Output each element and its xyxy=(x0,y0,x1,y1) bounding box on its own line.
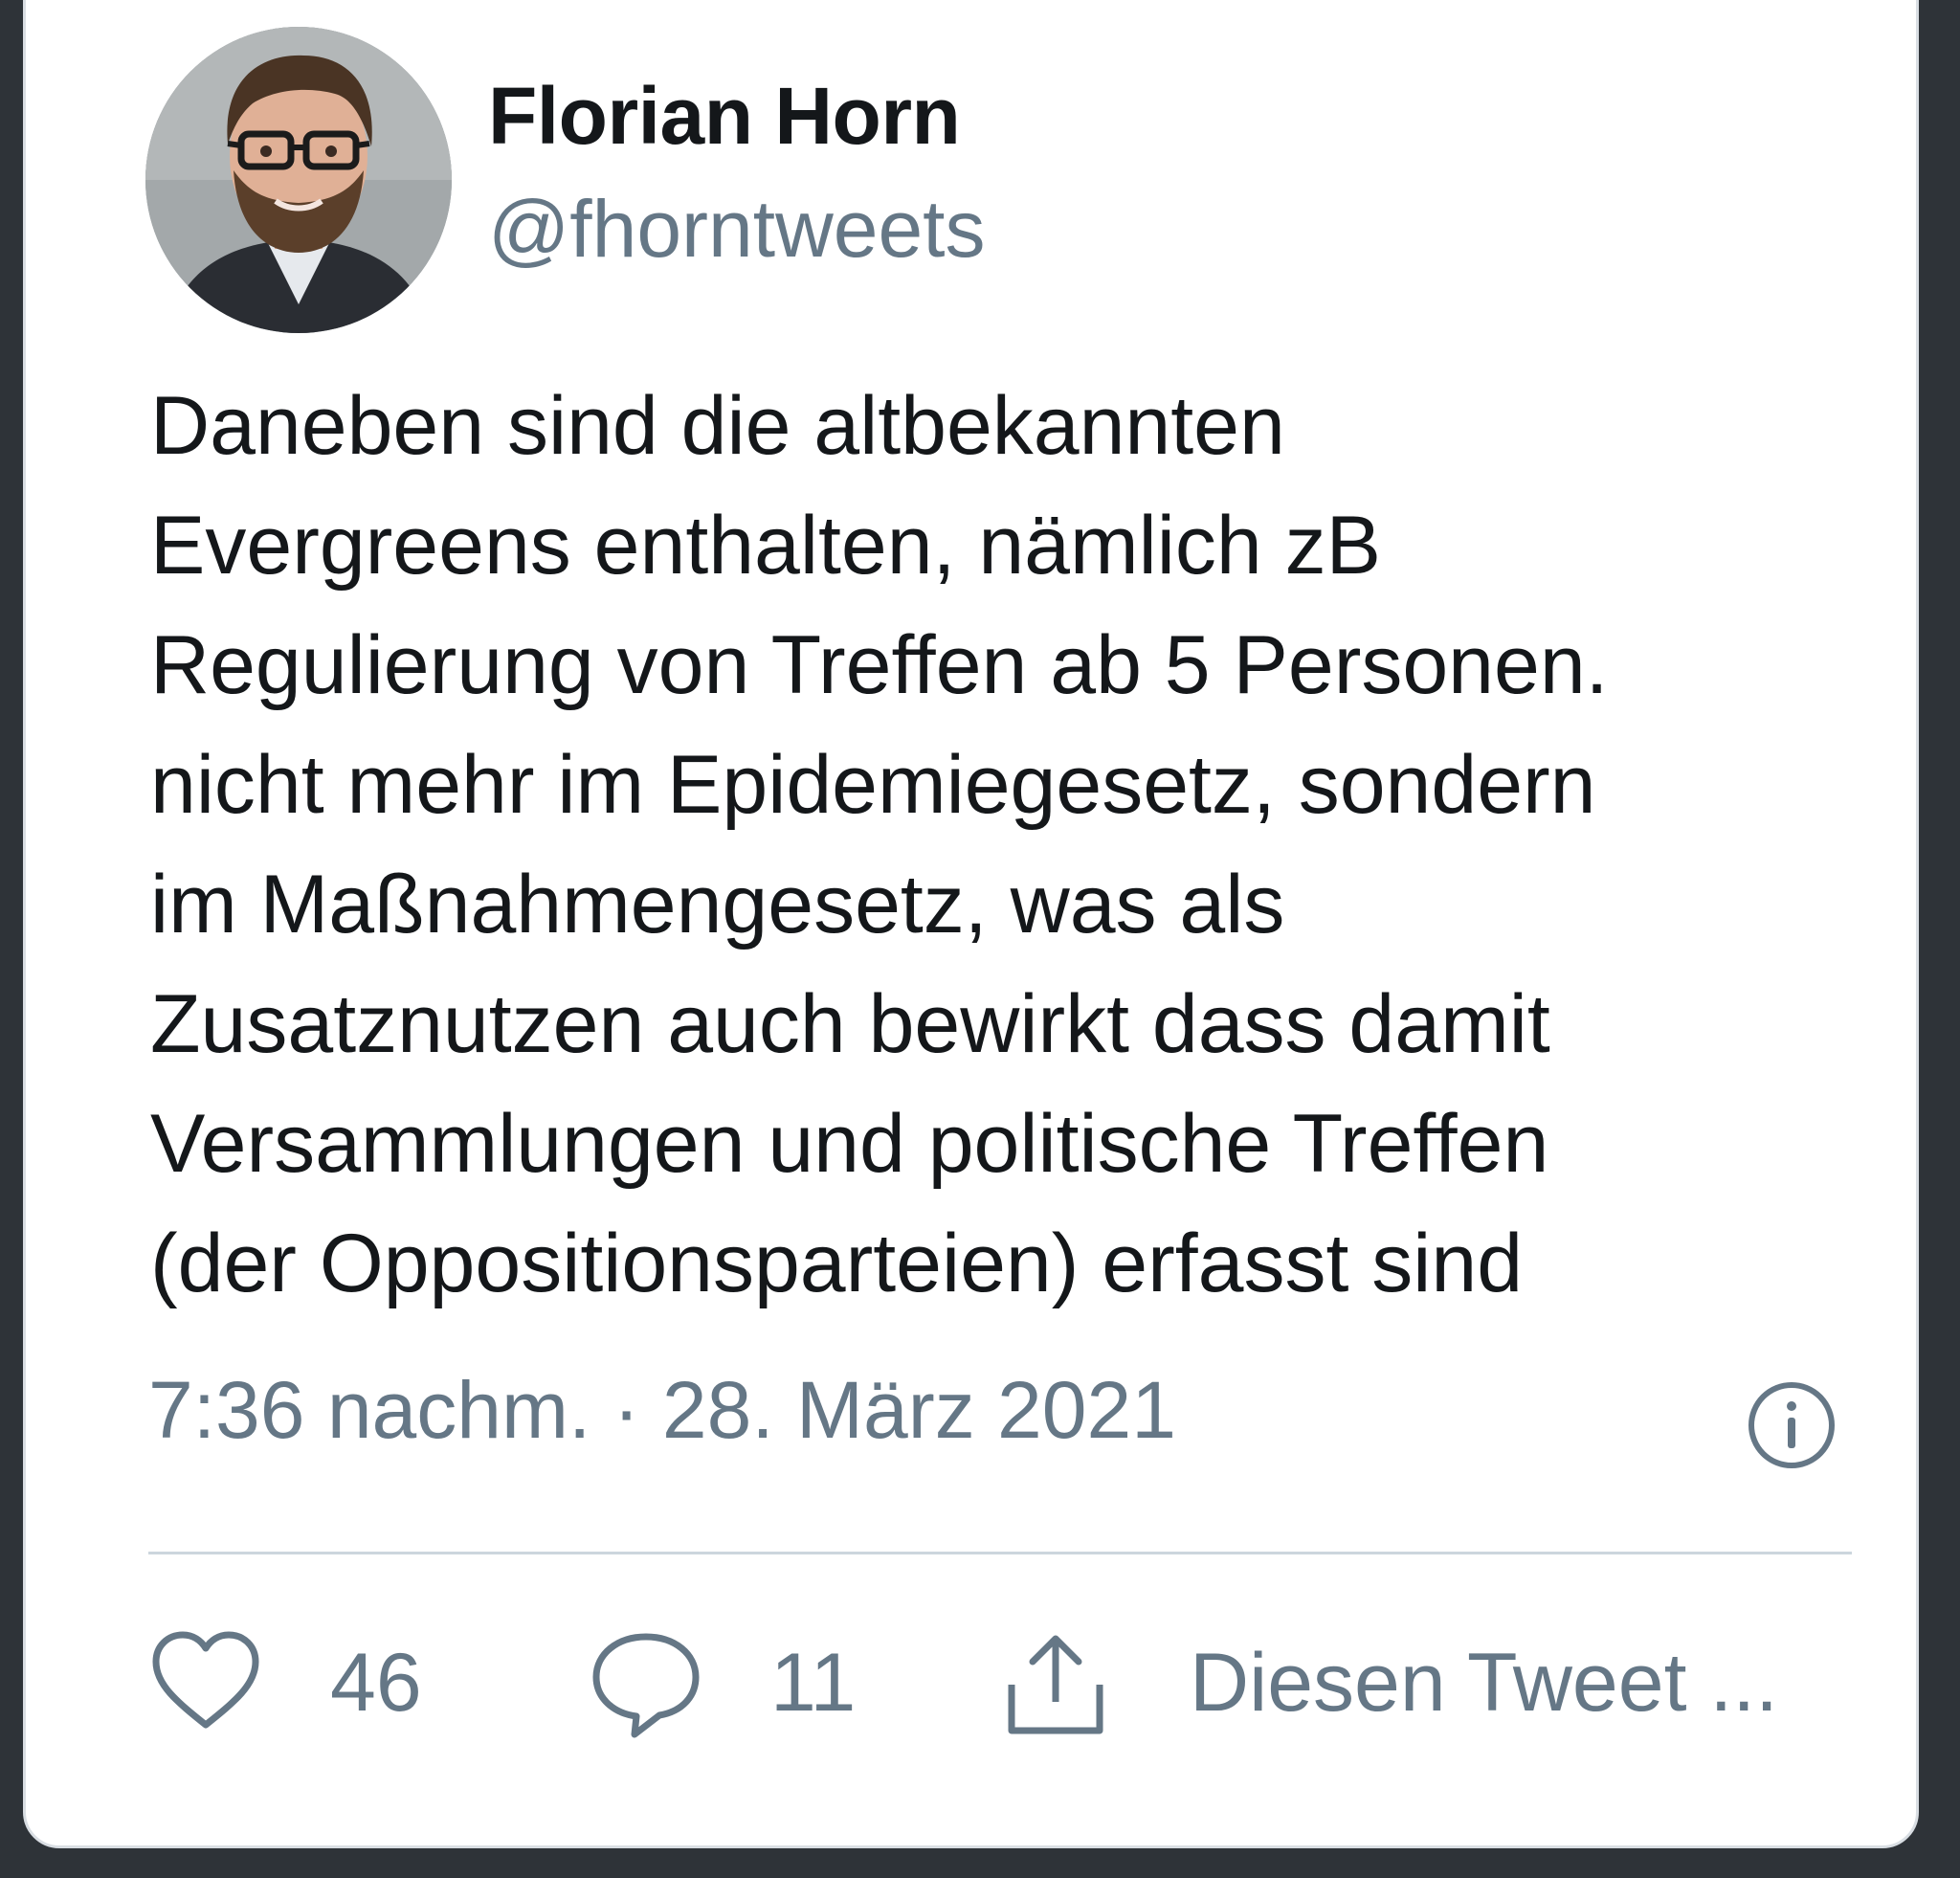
author-handle[interactable]: @fhorntweets xyxy=(488,183,986,276)
info-icon[interactable] xyxy=(1746,1379,1838,1471)
author-name[interactable]: Florian Horn xyxy=(488,70,961,163)
tweet-text-line: im Maßnahmengesetz, was als xyxy=(150,859,1285,950)
tweet-text-line: (der Oppositionsparteien) erfasst sind xyxy=(150,1218,1524,1309)
like-button[interactable]: 46 xyxy=(148,1621,422,1745)
reply-count: 11 xyxy=(770,1636,857,1729)
reply-button[interactable]: 11 xyxy=(589,1621,856,1745)
tweet-text-line: Zusatznutzen auch bewirkt dass damit xyxy=(150,978,1550,1070)
like-count: 46 xyxy=(330,1636,422,1729)
speech-bubble-icon xyxy=(592,1633,700,1738)
share-label: Diesen Tweet ... xyxy=(1190,1636,1779,1729)
tweet-text-line: Regulierung von Treffen ab 5 Personen. xyxy=(150,619,1609,711)
tweet-text-line: Evergreens enthalten, nämlich zB xyxy=(150,500,1381,592)
share-upload-icon xyxy=(1008,1635,1103,1734)
share-button[interactable]: Diesen Tweet ... xyxy=(998,1621,1778,1745)
tweet-timestamp[interactable]: 7:36 nachm. · 28. März 2021 xyxy=(148,1364,1176,1457)
tweet-text: Daneben sind die altbekannten Evergreens… xyxy=(150,367,1873,1324)
tweet-text-line: nicht mehr im Epidemiegesetz, sondern xyxy=(150,739,1596,831)
profile-photo xyxy=(145,27,452,333)
tweet-card[interactable]: Florian Horn @fhorntweets Daneben sind d… xyxy=(23,0,1919,1848)
tweet-text-line: Versammlungen und politische Treffen xyxy=(150,1098,1549,1190)
heart-icon xyxy=(152,1631,259,1729)
avatar[interactable] xyxy=(145,27,452,333)
tweet-actions: 46 11 Diesen Tweet ... xyxy=(148,1621,1852,1745)
divider xyxy=(148,1552,1852,1554)
tweet-text-line: Daneben sind die altbekannten xyxy=(150,380,1285,472)
